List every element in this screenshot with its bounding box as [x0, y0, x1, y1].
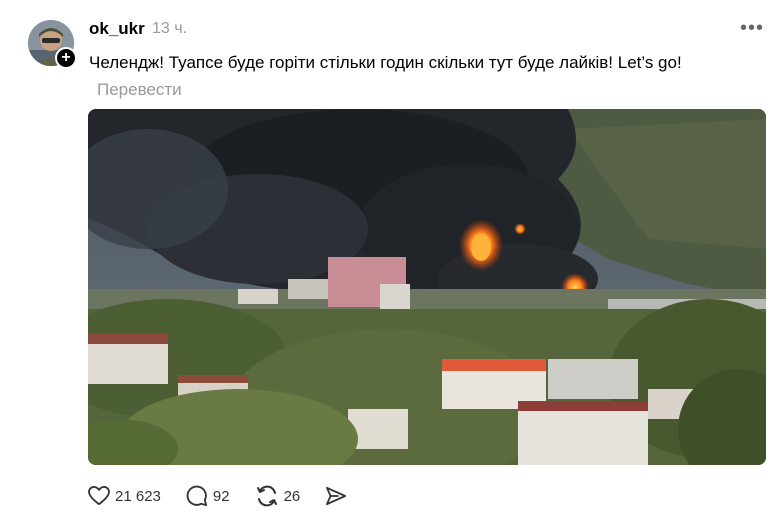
follow-plus-icon[interactable]: + — [55, 47, 77, 69]
like-count: 21 623 — [115, 487, 161, 505]
smoke-fire-city-photo — [88, 109, 766, 465]
comment-count: 92 — [212, 487, 230, 505]
comment-button[interactable]: 92 — [186, 485, 230, 507]
post-actions: 21 623 92 26 — [88, 484, 377, 508]
post-text-body: Челендж! Туапсе буде горіти стільки годи… — [89, 53, 682, 72]
comment-icon — [186, 485, 207, 507]
send-icon — [326, 486, 347, 506]
timestamp: 13 ч. — [152, 20, 188, 37]
translate-link[interactable]: Перевести — [97, 80, 182, 99]
repost-button[interactable]: 26 — [255, 485, 301, 507]
repost-count: 26 — [283, 487, 301, 505]
repost-icon — [256, 485, 277, 507]
like-button[interactable]: 21 623 — [88, 486, 161, 506]
more-icon[interactable]: ••• — [740, 17, 764, 40]
username[interactable]: ok_ukr — [89, 19, 145, 39]
heart-icon — [88, 486, 110, 506]
post-photo[interactable] — [88, 109, 766, 465]
post-text: Челендж! Туапсе буде горіти стільки годи… — [89, 49, 729, 103]
share-button[interactable] — [325, 486, 352, 506]
